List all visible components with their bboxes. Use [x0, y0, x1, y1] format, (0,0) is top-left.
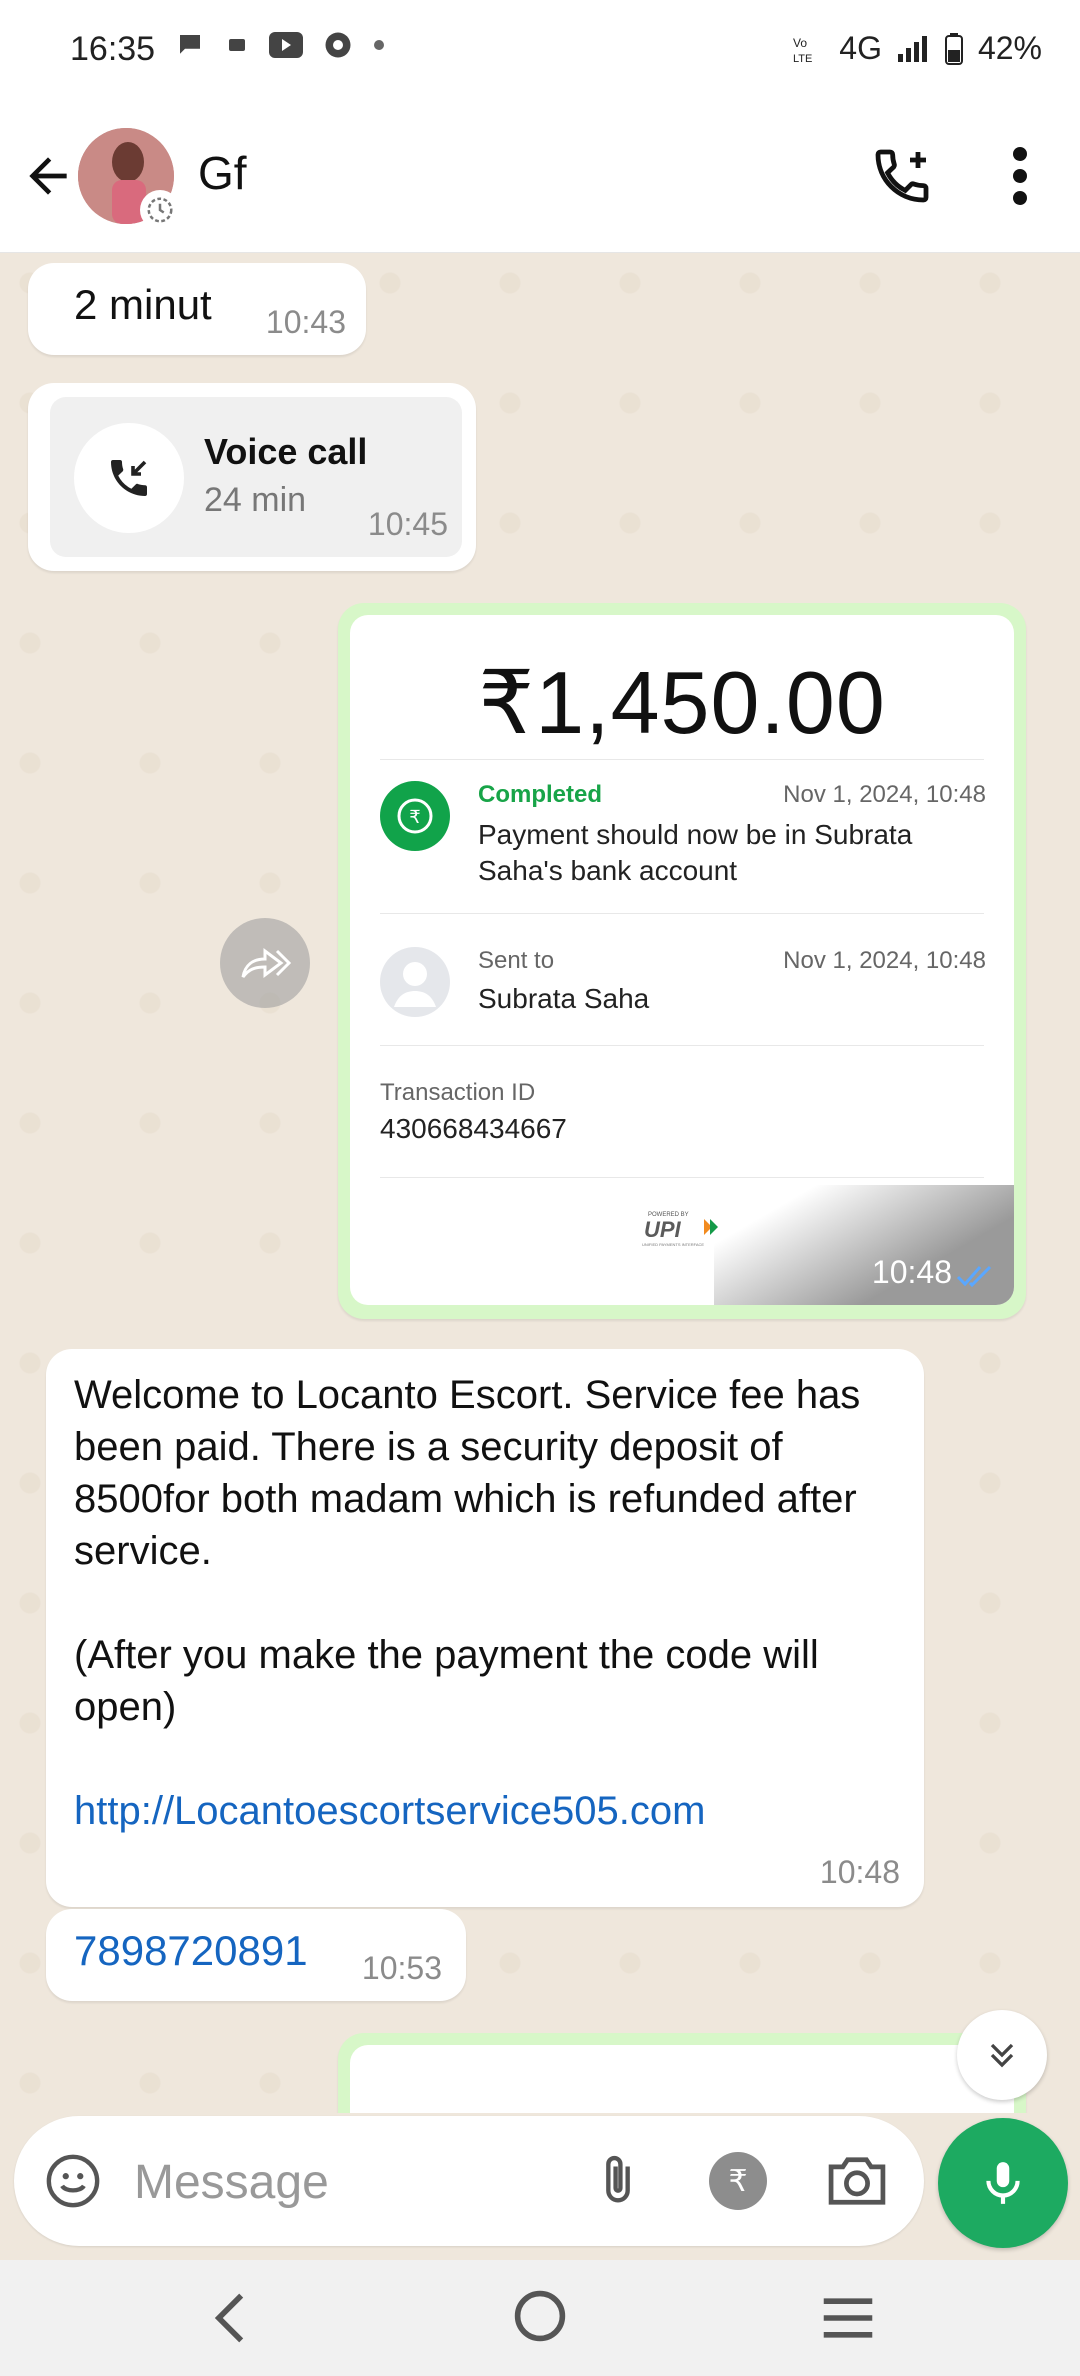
message-text: 2 minut: [74, 281, 212, 328]
message-incoming[interactable]: 2 minut 10:43: [28, 263, 366, 355]
scroll-to-bottom-button[interactable]: [957, 2010, 1047, 2100]
youtube-icon: [269, 32, 303, 58]
payment-icon[interactable]: ₹: [709, 2152, 767, 2210]
recipient-avatar-icon: [380, 947, 450, 1017]
sync-icon: [325, 32, 351, 58]
divider: [380, 1045, 984, 1046]
svg-text:₹: ₹: [409, 807, 420, 827]
status-bar: 16:35 Vo LTE 4G 42%: [0, 0, 1080, 100]
forward-icon[interactable]: [220, 918, 310, 1008]
svg-text:UPI: UPI: [644, 1217, 682, 1242]
dot-icon: [374, 40, 384, 50]
transaction-id-label: Transaction ID: [380, 1079, 536, 1106]
message-link[interactable]: http://Locantoescortservice505.com: [74, 1789, 705, 1833]
missed-incoming-call-icon: [74, 423, 184, 533]
battery-icon: [944, 32, 963, 65]
divider: [380, 913, 984, 914]
status-right: Vo LTE 4G 42%: [791, 30, 1042, 67]
payment-amount: ₹1,450.00: [478, 653, 886, 752]
message-input[interactable]: [132, 2144, 606, 2220]
more-options-icon[interactable]: [1000, 144, 1040, 208]
svg-text:Vo: Vo: [793, 36, 807, 50]
payment-message[interactable]: ₹1,450.00 ₹ Completed Nov 1, 2024, 10:48…: [338, 603, 1026, 1319]
svg-text:LTE: LTE: [793, 53, 812, 64]
call-duration: 24 min: [204, 481, 307, 519]
volte-icon: Vo LTE: [793, 36, 812, 64]
read-receipt-icon: [956, 1265, 992, 1288]
chat-notification-icon: [180, 35, 200, 54]
message-time: 10:53: [361, 1950, 442, 1986]
payment-status-date: Nov 1, 2024, 10:48: [783, 781, 986, 808]
attach-icon[interactable]: [589, 2150, 647, 2212]
microphone-icon: [986, 2162, 1020, 2204]
message-time: 10:48: [871, 1254, 952, 1290]
payment-card[interactable]: ₹1,450.00 ₹ Completed Nov 1, 2024, 10:48…: [350, 615, 1014, 1305]
nav-home-icon[interactable]: [512, 2288, 568, 2344]
status-ring-icon: [140, 190, 180, 230]
nav-back-icon[interactable]: [208, 2290, 252, 2346]
message-text: Welcome to Locanto Escort. Service fee h…: [74, 1369, 894, 1837]
svg-text:UNIFIED PAYMENTS INTERFACE: UNIFIED PAYMENTS INTERFACE: [642, 1242, 704, 1247]
recipient-name: Subrata Saha: [478, 983, 650, 1014]
message-incoming[interactable]: 7898720891 10:53: [46, 1909, 466, 2001]
voice-call-message[interactable]: Voice call 24 min 10:45: [28, 383, 476, 571]
camera-icon[interactable]: [824, 2152, 890, 2210]
contact-name[interactable]: Gf: [198, 146, 247, 200]
status-time: 16:35: [70, 30, 156, 68]
payment-message[interactable]: [338, 2033, 1026, 2113]
message-composer: ₹: [14, 2116, 924, 2246]
battery-level: 42%: [977, 30, 1042, 66]
signal-icon: [897, 35, 927, 62]
app-notification-icon: [229, 39, 245, 51]
add-call-icon[interactable]: [870, 144, 934, 208]
chat-header: Gf: [0, 100, 1080, 253]
message-incoming[interactable]: Welcome to Locanto Escort. Service fee h…: [46, 1349, 924, 1907]
message-time: 10:45: [367, 506, 448, 542]
notification-icons: [175, 30, 385, 60]
chat-area[interactable]: 2 minut 10:43 Voice call 24 min 10:45 ₹1…: [0, 253, 1080, 2113]
call-title: Voice call: [204, 431, 368, 472]
voice-record-button[interactable]: [938, 2118, 1068, 2248]
message-body: Welcome to Locanto Escort. Service fee h…: [74, 1373, 861, 1729]
phone-number-link[interactable]: 7898720891: [74, 1927, 308, 1975]
double-chevron-down-icon: [990, 2043, 1014, 2068]
emoji-icon[interactable]: [44, 2152, 102, 2210]
system-navigation-bar: [0, 2260, 1080, 2376]
back-arrow-icon[interactable]: [20, 148, 76, 204]
payment-card: [350, 2045, 1014, 2113]
payment-status-description: Payment should now be in Subrata Saha's …: [478, 819, 913, 886]
network-type: 4G: [839, 30, 882, 66]
nav-recents-icon[interactable]: [820, 2294, 876, 2342]
sent-date: Nov 1, 2024, 10:48: [783, 947, 986, 974]
message-time: 10:48: [819, 1854, 900, 1890]
transaction-id: 430668434667: [380, 1113, 567, 1144]
divider: [380, 759, 984, 760]
divider: [380, 1177, 984, 1178]
rupee-check-icon: ₹: [380, 781, 450, 851]
sent-to-label: Sent to: [478, 947, 555, 974]
message-time: 10:43: [265, 304, 346, 340]
payment-status: Completed: [478, 781, 603, 808]
